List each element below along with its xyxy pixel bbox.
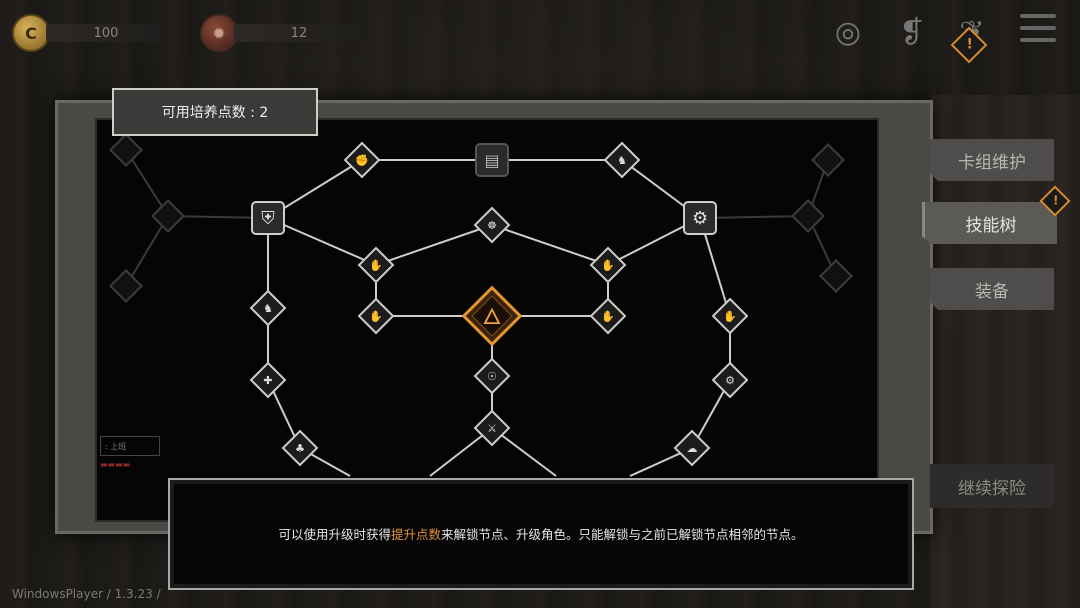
svg-text:✋: ✋ [369,310,383,323]
skill-node-upper-center: ☸ [473,206,511,244]
svg-text:♞: ♞ [263,302,273,315]
tab-label: 技能树 [965,215,1017,236]
version-label: WindowsPlayer / 1.3.23 / [12,587,161,601]
svg-text:☉: ☉ [487,370,497,383]
skill-node-outer-left-2: ✚ [249,361,287,399]
skill-node-book: ▤ [475,143,509,177]
svg-text:♣: ♣ [295,442,305,455]
skill-node-right-2: ✋ [589,297,627,335]
svg-text:✋: ✋ [369,259,383,272]
svg-text:⚔: ⚔ [487,422,497,435]
skill-node-outer-right-1: ✋ [711,297,749,335]
skill-node-left-2: ✋ [357,297,395,335]
skill-node-locked-1 [109,133,143,167]
skill-node-center-low-2: ⚔ [473,409,511,447]
skill-node-right-1: ✋ [589,246,627,284]
tutorial-text-part2: 来解锁节点、升级角色。只能解锁与之前已解锁节点相邻的节点。 [441,527,804,542]
skill-node-fire-unlocked: 🜂 [461,285,523,347]
svg-text:✊: ✊ [355,154,369,167]
skill-node-set: ✊ ♞ ☸ ✋ ✋ ✋ ✋ ☉ ⚔ ♞ ✚ ♣ ✋ ⚙ ☁ ⛨ ⚙ ▤ 🜂 [109,133,853,467]
skill-node-outer-left-3: ♣ [281,429,319,467]
svg-text:⚙: ⚙ [725,374,735,387]
svg-text:✚: ✚ [263,374,272,387]
skill-points-panel: 可用培养点数 : 2 [112,88,318,136]
continue-label: 继续探险 [958,478,1026,499]
fire-icon: 🜂 [482,305,501,330]
svg-text:✋: ✋ [601,310,615,323]
skill-node-locked-6 [819,259,853,293]
svg-text:⚙: ⚙ [692,208,708,229]
skill-node-top-right: ♞ [603,141,641,179]
skill-node-outer-right-3: ☁ [673,429,711,467]
skill-node-shield: ⛨ [251,201,285,235]
skill-node-outer-left-1: ♞ [249,289,287,327]
skill-node-trap: ⚙ [683,201,717,235]
svg-text:☸: ☸ [487,219,497,232]
skill-node-center-low-1: ☉ [473,357,511,395]
continue-exploring-button[interactable]: 继续探险 [930,464,1054,508]
tab-deck-maintenance[interactable]: 卡组维护 [930,139,1054,181]
skill-node-locked-5 [791,199,825,233]
tab-label: 装备 [975,281,1009,302]
tutorial-text-part1: 可以使用升级时获得 [278,527,391,542]
svg-text:✋: ✋ [601,259,615,272]
tab-equipment[interactable]: 装备 [930,268,1054,310]
svg-text:▤: ▤ [484,151,499,170]
tutorial-text: 可以使用升级时获得提升点数来解锁节点、升级角色。只能解锁与之前已解锁节点相邻的节… [170,524,912,543]
skill-node-locked-3 [109,269,143,303]
svg-text:⛨: ⛨ [261,208,275,229]
skill-node-locked-2 [151,199,185,233]
tutorial-highlight: 提升点数 [390,527,441,542]
skill-node-locked-4 [811,143,845,177]
skill-node-left-1: ✋ [357,246,395,284]
tab-label: 卡组维护 [958,152,1026,173]
skill-node-top-left: ✊ [343,141,381,179]
skill-points-label: 可用培养点数 : 2 [161,105,269,121]
tab-skill-tree[interactable]: 技能树 [922,202,1057,244]
svg-text:✋: ✋ [723,310,737,323]
tutorial-dialog[interactable]: 可以使用升级时获得提升点数来解锁节点、升级角色。只能解锁与之前已解锁节点相邻的节… [168,478,914,590]
skill-node-outer-right-2: ⚙ [711,361,749,399]
svg-text:☁: ☁ [687,442,698,455]
svg-text:♞: ♞ [617,154,627,167]
